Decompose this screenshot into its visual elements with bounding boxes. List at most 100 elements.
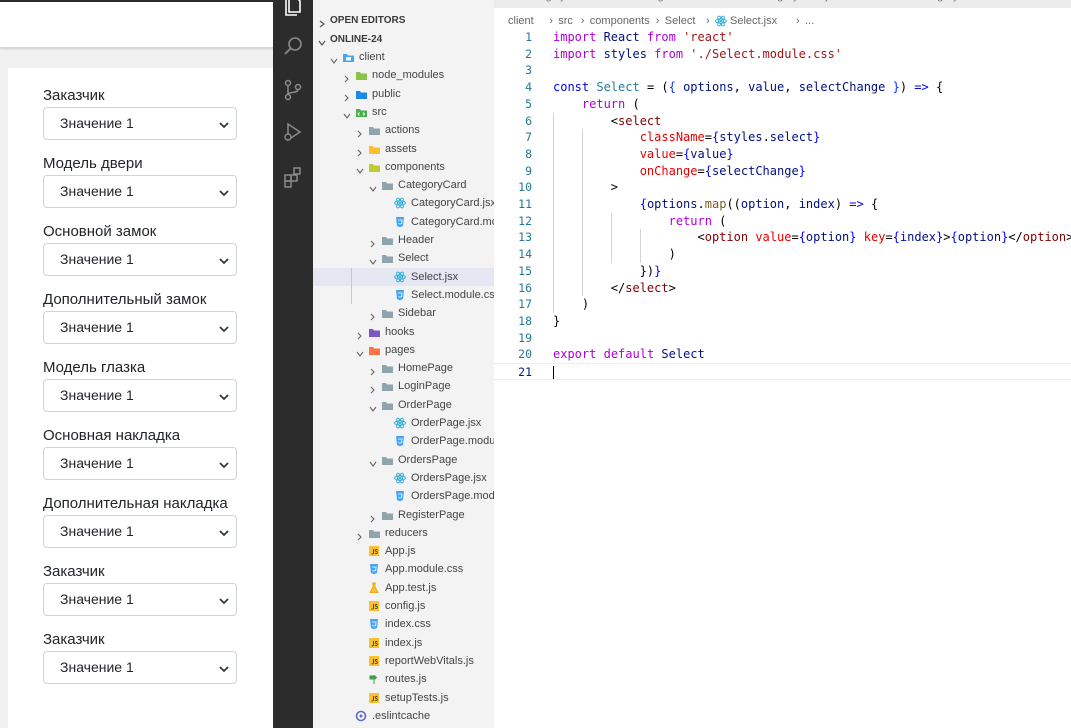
file-item[interactable]: config.js [313,597,494,615]
extensions-icon[interactable] [281,165,305,189]
select-dropdown[interactable]: Значение 1 [43,515,237,548]
file-item[interactable]: index.css [313,615,494,633]
open-editors-header[interactable]: OPEN EDITORS [313,12,494,30]
code-text: onChange={selectChange} [639,163,806,178]
editor-tab[interactable]: OrderPage.module.css [616,0,729,8]
line-number: 15 [518,263,532,278]
file-item[interactable]: OrdersPage.jsx [313,469,494,487]
file-item[interactable]: OrderPage.jsx [313,414,494,432]
breadcrumb-item[interactable]: client [508,12,534,30]
file-item[interactable]: App.module.css [313,560,494,578]
select-dropdown[interactable]: Значение 1 [43,311,237,344]
editor-tab[interactable]: CategoryCard.module.css [914,0,1041,8]
folder-item[interactable]: Sidebar [313,304,494,322]
code-line[interactable]: 5 return ( [494,96,1071,113]
code-line[interactable]: 15 })} [494,263,1071,280]
select-dropdown[interactable]: Значение 1 [43,379,237,412]
code-line[interactable]: 3 [494,62,1071,79]
breadcrumb-item[interactable]: ... [805,12,814,30]
activity-bar [273,0,313,728]
project-header[interactable]: ONLINE-24 [313,31,494,49]
code-line[interactable]: 20 export default Select [494,346,1071,363]
file-item[interactable]: CategoryCard.module.css [313,213,494,231]
folder-item[interactable]: node_modules [313,66,494,84]
tree-item-label: OrdersPage.jsx [411,471,487,484]
code-line[interactable]: 9 onChange={selectChange} [494,163,1071,180]
file-item[interactable]: Select.jsx [313,267,494,286]
editor-tab[interactable]: CategoryCard.jsx [754,0,839,8]
code-line[interactable]: 7 className={styles.select} [494,129,1071,146]
select-dropdown[interactable]: Значение 1 [43,243,237,276]
code-line[interactable]: 16 </select> [494,280,1071,297]
folder-item[interactable]: RegisterPage [313,506,494,524]
editor-tab[interactable]: OrderPage.jsx [504,0,574,8]
folder-item[interactable]: client [313,48,494,66]
file-item[interactable]: Select.module.css [313,286,494,304]
breadcrumb-item[interactable]: Select [665,12,696,30]
tree-item-label: Sidebar [398,307,436,320]
run-debug-icon[interactable] [281,120,305,144]
field-label: Модель двери [43,155,143,172]
breadcrumb-item[interactable]: Select.jsx [730,12,777,30]
code-line[interactable]: 11 {options.map((option, index) => { [494,196,1071,213]
code-line[interactable]: 12 return ( [494,213,1071,230]
folder-item[interactable]: OrderPage [313,396,494,414]
folder-item[interactable]: public [313,85,494,103]
file-item[interactable]: OrdersPage.module.css [313,487,494,505]
folder-item[interactable]: hooks [313,323,494,341]
folder-item[interactable]: OrdersPage [313,451,494,469]
code-line[interactable]: 8 value={value} [494,146,1071,163]
tree-item-label: Select.module.css [411,288,494,301]
code-line[interactable]: 18} [494,313,1071,330]
js-icon [368,692,380,704]
files-icon[interactable] [281,0,305,18]
chevron-down-icon [356,163,364,174]
chevron-right-icon [343,71,351,83]
select-dropdown[interactable]: Значение 1 [43,447,237,480]
folder-item[interactable]: assets [313,140,494,158]
file-item[interactable]: App.test.js [313,579,494,597]
select-dropdown[interactable]: Значение 1 [43,175,237,208]
code-line[interactable]: 21 [494,363,1071,380]
folder-item[interactable]: src [313,103,494,121]
folder-item[interactable]: HomePage [313,359,494,377]
breadcrumb-item[interactable]: src [558,12,573,30]
file-item[interactable]: OrderPage.module.css [313,432,494,450]
select-dropdown[interactable]: Значение 1 [43,583,237,616]
breadcrumb-item[interactable]: components [590,12,650,30]
select-value: Значение 1 [60,659,134,675]
folder-item[interactable]: components [313,158,494,176]
code-line[interactable]: 6 <select [494,113,1071,130]
select-value: Значение 1 [60,591,134,607]
file-item[interactable]: reportWebVitals.js [313,652,494,670]
code-line[interactable]: 4 const Select = ({ options, value, selec… [494,79,1071,96]
code-line[interactable]: 17 ) [494,296,1071,313]
folder-item[interactable]: Select [313,249,494,267]
code-line[interactable]: 14 ) [494,246,1071,263]
search-icon[interactable] [281,34,305,58]
chevron-right-icon [318,17,326,28]
folder-item[interactable]: pages [313,341,494,359]
folder-item[interactable]: LoginPage [313,377,494,395]
file-item[interactable]: App.js [313,542,494,560]
folder-item[interactable]: actions [313,121,494,139]
source-control-icon[interactable] [281,78,305,102]
file-item[interactable]: .eslintcache [313,707,494,725]
code-line[interactable]: 13 <option value={option} key={index}>{o… [494,229,1071,246]
select-dropdown[interactable]: Значение 1 [43,651,237,684]
code-line[interactable]: 1 import React from 'react' [494,29,1071,46]
code-line[interactable]: 19 [494,330,1071,347]
file-item[interactable]: setupTests.js [313,689,494,707]
folder-item[interactable]: Header [313,231,494,249]
header-top-line [0,0,273,2]
folder-item[interactable]: CategoryCard [313,176,494,194]
form-field: Дополнительная накладка Значение 1 [43,494,273,548]
code-line[interactable]: 10 > [494,179,1071,196]
code-line[interactable]: 2 import styles from './Select.module.css… [494,46,1071,63]
file-item[interactable]: CategoryCard.jsx [313,194,494,212]
select-dropdown[interactable]: Значение 1 [43,107,237,140]
folder-item[interactable]: reducers [313,524,494,542]
folder-icon [381,454,393,466]
file-item[interactable]: routes.js [313,670,494,688]
file-item[interactable]: index.js [313,634,494,652]
